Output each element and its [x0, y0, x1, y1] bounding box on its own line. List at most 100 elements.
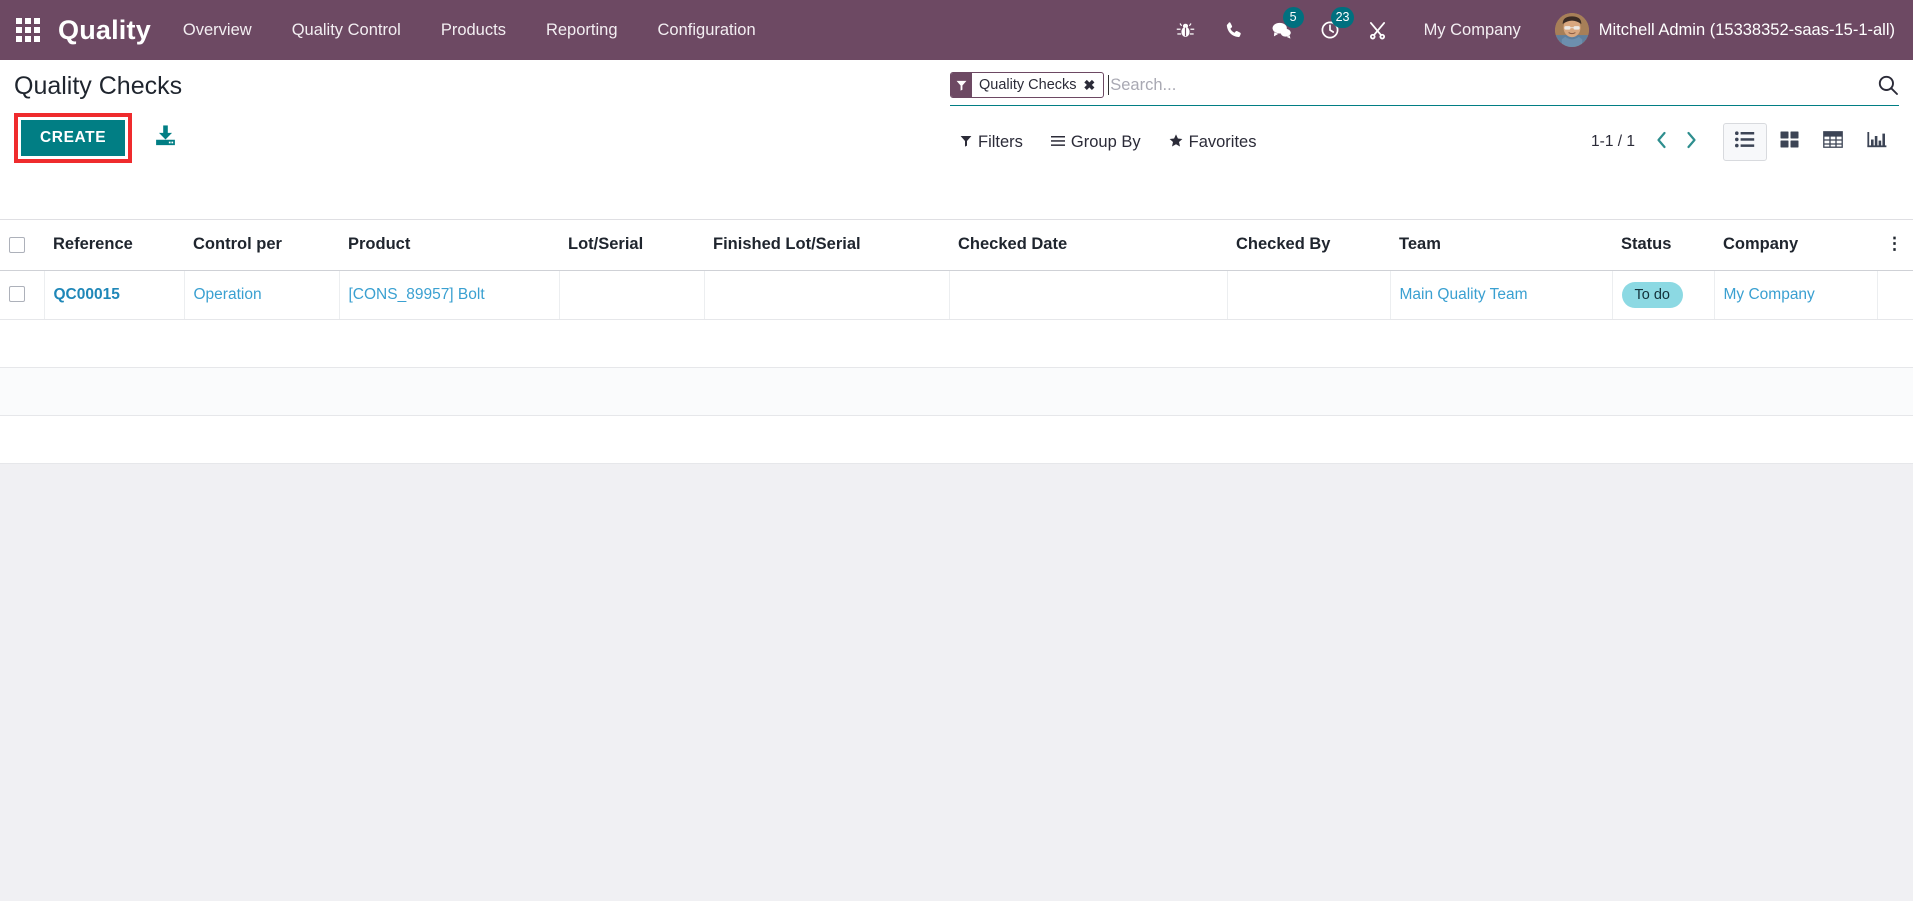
- page-title: Quality Checks: [14, 72, 183, 100]
- view-button-kanban[interactable]: [1767, 123, 1811, 161]
- tools-icon: [1368, 21, 1387, 40]
- menu-item-products[interactable]: Products: [421, 0, 526, 60]
- pager-range-label: 1-1 / 1: [1591, 133, 1635, 150]
- view-button-list[interactable]: [1723, 123, 1767, 161]
- create-button[interactable]: CREATE: [21, 120, 126, 156]
- search-input-wrap: [1108, 75, 1867, 95]
- search-icon[interactable]: [1867, 74, 1899, 96]
- table-header-row: Reference Control per Product Lot/Serial…: [0, 220, 1913, 271]
- pivot-table-icon: [1823, 131, 1843, 153]
- search-facet-remove-icon[interactable]: ✖: [1082, 73, 1104, 97]
- column-header-company[interactable]: Company: [1714, 220, 1877, 271]
- empty-row-cell: [0, 367, 1913, 416]
- star-icon: [1169, 133, 1183, 152]
- filter-funnel-icon: [960, 133, 972, 152]
- filters-dropdown[interactable]: Filters: [960, 130, 1037, 155]
- list-view-table-container: Reference Control per Product Lot/Serial…: [0, 220, 1913, 464]
- search-bar: Quality Checks ✖: [950, 70, 1899, 106]
- action-buttons: CREATE: [14, 113, 182, 163]
- select-all-checkbox[interactable]: [9, 236, 25, 253]
- filters-label: Filters: [978, 132, 1023, 151]
- bar-chart-icon: [1867, 131, 1887, 153]
- favorites-label: Favorites: [1188, 132, 1257, 151]
- view-button-pivot[interactable]: [1811, 123, 1855, 161]
- reference-link[interactable]: QC00015: [54, 286, 120, 303]
- column-header-reference[interactable]: Reference: [44, 220, 184, 271]
- text-caret: [1108, 75, 1110, 95]
- messages-badge: 5: [1282, 7, 1304, 28]
- empty-row-cell: [0, 319, 1913, 368]
- menu-item-quality-control[interactable]: Quality Control: [272, 0, 421, 60]
- debug-menu-button[interactable]: [1162, 0, 1210, 60]
- column-header-finished-lot-serial[interactable]: Finished Lot/Serial: [704, 220, 949, 271]
- menu-item-configuration[interactable]: Configuration: [638, 0, 776, 60]
- favorites-dropdown[interactable]: Favorites: [1169, 130, 1271, 155]
- column-header-lot-serial[interactable]: Lot/Serial: [559, 220, 704, 271]
- product-link[interactable]: [CONS_89957] Bolt: [349, 286, 485, 303]
- phone-icon: [1224, 21, 1243, 40]
- import-records-button[interactable]: [154, 124, 177, 152]
- cell-checked-date[interactable]: [949, 270, 1228, 320]
- vertical-dots-icon[interactable]: ⋮: [1886, 234, 1903, 253]
- search-facet-label: Quality Checks: [979, 77, 1077, 93]
- voip-phone-button[interactable]: [1210, 0, 1258, 60]
- search-options-row: Filters Group By Favorites 1-1 / 1: [950, 123, 1899, 161]
- user-menu[interactable]: Mitchell Admin (15338352-saas-15-1-all): [1543, 0, 1901, 60]
- avatar: [1554, 13, 1589, 47]
- status-badge: To do: [1621, 281, 1683, 308]
- control-per-value: Operation: [193, 285, 262, 303]
- pager: 1-1 / 1: [1591, 128, 1705, 156]
- top-navbar: Quality Overview Quality Control Product…: [0, 0, 1913, 60]
- cell-reference[interactable]: QC00015: [44, 270, 185, 320]
- filter-funnel-icon: [951, 73, 972, 97]
- column-header-status[interactable]: Status: [1612, 220, 1714, 271]
- row-checkbox[interactable]: [9, 286, 25, 303]
- view-button-graph[interactable]: [1855, 123, 1899, 161]
- groupby-dropdown[interactable]: Group By: [1050, 130, 1155, 155]
- tools-menu-button[interactable]: [1354, 0, 1402, 60]
- column-header-control-per[interactable]: Control per: [184, 220, 339, 271]
- select-all-header: [0, 220, 44, 271]
- import-download-icon: [154, 124, 177, 152]
- menu-item-reporting[interactable]: Reporting: [526, 0, 638, 60]
- table-header: Reference Control per Product Lot/Serial…: [0, 220, 1913, 271]
- search-facet-quality-checks[interactable]: Quality Checks ✖: [950, 72, 1105, 98]
- activity-badge: 23: [1330, 7, 1355, 28]
- cell-product[interactable]: [CONS_89957] Bolt: [339, 270, 560, 320]
- column-header-checked-date[interactable]: Checked Date: [949, 220, 1227, 271]
- column-header-checked-by[interactable]: Checked By: [1227, 220, 1390, 271]
- company-link[interactable]: My Company: [1724, 286, 1815, 303]
- pager-previous-button[interactable]: [1647, 128, 1675, 156]
- empty-row: [0, 415, 1913, 464]
- cell-status[interactable]: To do: [1612, 270, 1715, 320]
- app-brand-title[interactable]: Quality: [56, 15, 163, 46]
- control-panel-right: Quality Checks ✖ Fil: [950, 70, 1899, 161]
- activity-menu-button[interactable]: 23: [1306, 0, 1355, 60]
- column-header-team[interactable]: Team: [1390, 220, 1612, 271]
- column-header-product[interactable]: Product: [339, 220, 559, 271]
- chevron-left-icon: [1655, 131, 1668, 154]
- cell-lot-serial[interactable]: [559, 270, 705, 320]
- create-button-highlight: CREATE: [14, 113, 133, 163]
- table-body: QC00015 Operation [CONS_89957] Bolt Main…: [0, 270, 1913, 464]
- cell-control-per[interactable]: Operation: [184, 270, 340, 320]
- optional-columns-header[interactable]: ⋮: [1877, 220, 1913, 271]
- empty-row: [0, 319, 1913, 368]
- pager-next-button[interactable]: [1677, 128, 1705, 156]
- cell-team[interactable]: Main Quality Team: [1390, 270, 1613, 320]
- row-select-cell: [0, 270, 45, 320]
- cell-finished-lot-serial[interactable]: [704, 270, 950, 320]
- search-input[interactable]: [1110, 75, 1867, 95]
- kanban-icon: [1780, 131, 1799, 153]
- control-panel-left: Quality Checks CREATE: [14, 72, 182, 163]
- company-switcher[interactable]: My Company: [1402, 0, 1543, 60]
- row-options-cell: [1877, 270, 1913, 320]
- menu-item-overview[interactable]: Overview: [163, 0, 272, 60]
- cell-company[interactable]: My Company: [1714, 270, 1878, 320]
- apps-menu-button[interactable]: [0, 0, 56, 60]
- bug-icon: [1176, 21, 1195, 40]
- cell-checked-by[interactable]: [1227, 270, 1391, 320]
- table-row[interactable]: QC00015 Operation [CONS_89957] Bolt Main…: [0, 270, 1913, 320]
- team-link[interactable]: Main Quality Team: [1400, 286, 1528, 303]
- messaging-menu-button[interactable]: 5: [1258, 0, 1306, 60]
